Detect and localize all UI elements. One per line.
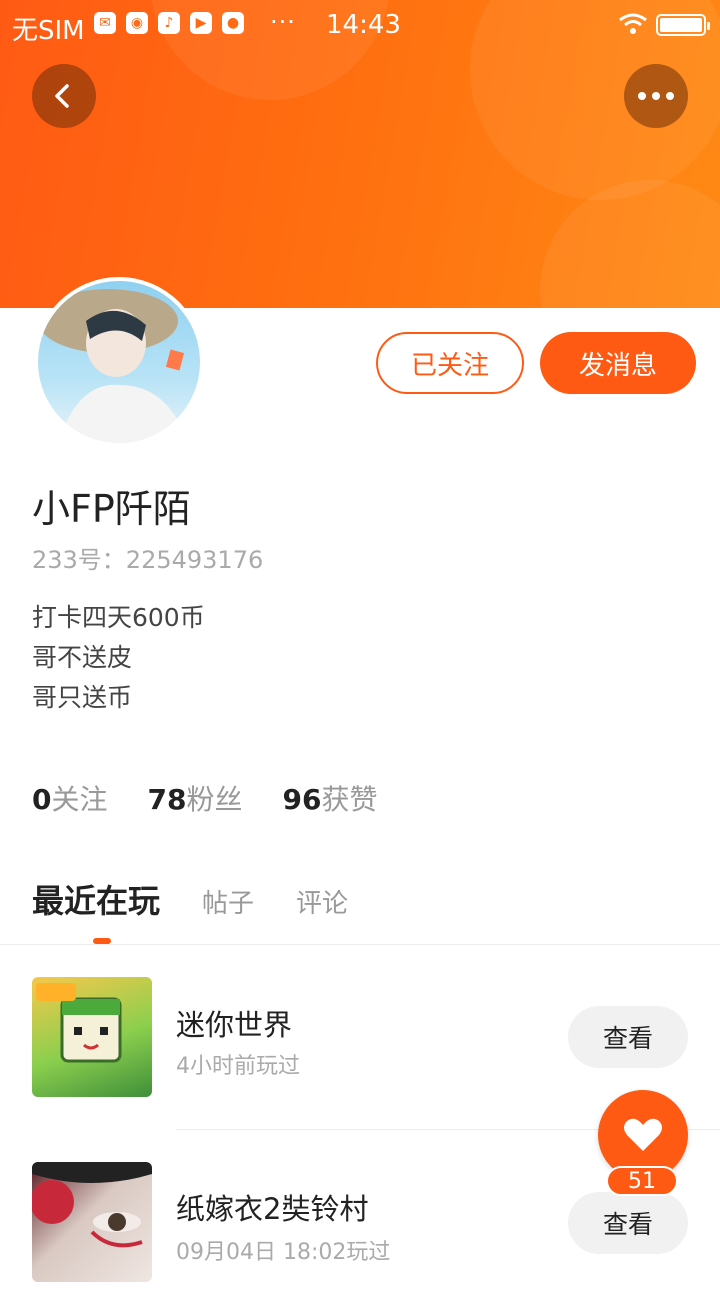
app-icon: ◉: [126, 12, 148, 34]
list-item[interactable]: 迷你世界 4小时前玩过 查看: [0, 960, 720, 1120]
bio-line: 哥不送皮: [32, 643, 133, 672]
battery-icon: [656, 14, 710, 36]
tab-recently-played[interactable]: 最近在玩: [32, 876, 160, 922]
game-title: 纸嫁衣2奘铃村: [176, 1192, 369, 1226]
heart-icon: [624, 1118, 662, 1151]
more-button[interactable]: [624, 64, 688, 128]
banner-decoration: [540, 180, 720, 308]
followers-label: 粉丝: [186, 783, 243, 816]
game-icon: [32, 977, 152, 1097]
game-title: 迷你世界: [176, 1008, 293, 1042]
game-last-played: 09月04日 18:02玩过: [176, 1240, 391, 1265]
following-count: 0: [32, 783, 52, 816]
tab-posts[interactable]: 帖子: [202, 883, 254, 920]
followed-button[interactable]: 已关注: [376, 332, 524, 394]
play-icon: ▶: [190, 12, 212, 34]
mail-icon: ✉: [94, 12, 116, 34]
likes-count: 96: [282, 783, 322, 816]
more-notifications-icon: ···: [270, 8, 296, 36]
view-game-button[interactable]: 查看: [568, 1192, 688, 1254]
following-label: 关注: [51, 783, 108, 816]
user-bio: 打卡四天600币 哥不送皮 哥只送币: [32, 598, 205, 718]
back-button[interactable]: [32, 64, 96, 128]
wifi-icon: [618, 12, 648, 43]
music-icon: ♪: [158, 12, 180, 34]
bio-line: 打卡四天600币: [32, 603, 205, 632]
like-count-badge: 51: [606, 1166, 678, 1196]
carrier-label: 无SIM: [12, 16, 85, 46]
followers-count: 78: [147, 783, 187, 816]
game-icon: [32, 1162, 152, 1282]
avatar-image: [38, 281, 200, 443]
send-message-button[interactable]: 发消息: [540, 332, 696, 394]
tabs-divider: [0, 944, 720, 945]
likes-label: 获赞: [321, 783, 378, 816]
status-time: 14:43: [326, 10, 401, 40]
user-id: 233号：225493176: [32, 546, 264, 574]
more-dots-icon: [638, 92, 674, 100]
following-stat[interactable]: 0关注: [32, 778, 108, 818]
profile-stats: 0关注 78粉丝 96获赞: [32, 778, 377, 818]
tab-comments[interactable]: 评论: [296, 883, 348, 920]
notification-icons: ✉ ◉ ♪ ▶ ●: [94, 12, 244, 34]
profile-tabs: 最近在玩 帖子 评论: [32, 876, 390, 922]
bio-line: 哥只送币: [32, 683, 133, 712]
avatar[interactable]: [34, 277, 204, 447]
likes-stat[interactable]: 96获赞: [282, 778, 377, 818]
status-bar: 无SIM ✉ ◉ ♪ ▶ ● ··· 14:43: [0, 0, 720, 52]
browser-icon: ●: [222, 12, 244, 34]
game-last-played: 4小时前玩过: [176, 1054, 300, 1079]
view-game-button[interactable]: 查看: [568, 1006, 688, 1068]
followers-stat[interactable]: 78粉丝: [148, 778, 243, 818]
user-name: 小FP阡陌: [32, 487, 191, 531]
chevron-left-icon: [55, 84, 69, 108]
